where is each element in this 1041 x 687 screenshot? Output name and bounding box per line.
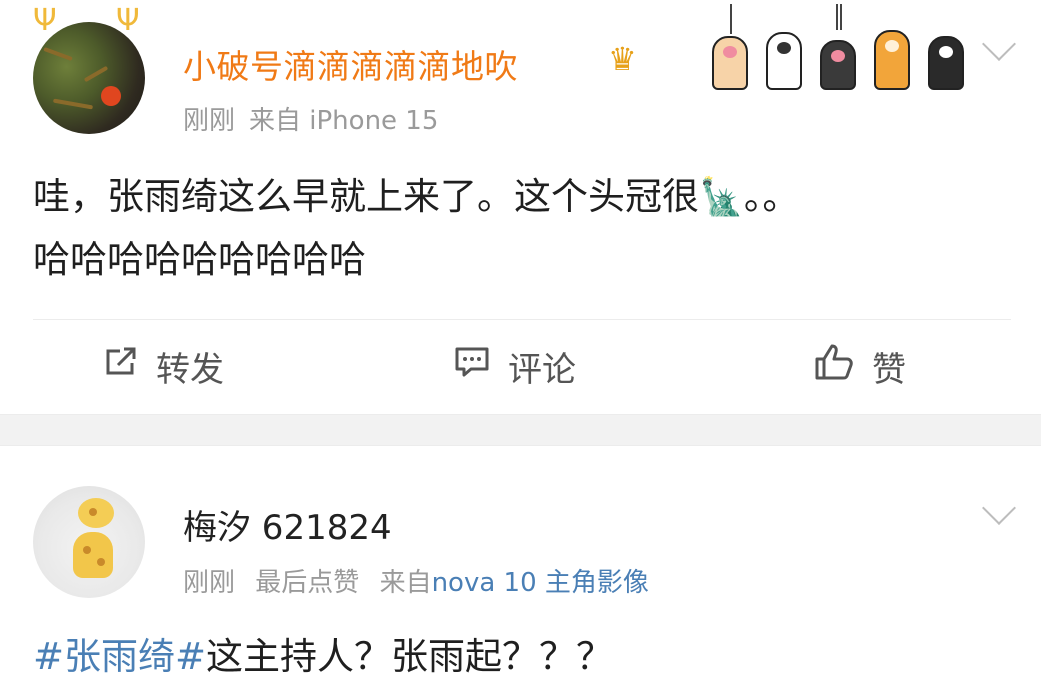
post-card-1: Ψ Ψ 小破号滴滴滴滴滴地吹 ♛ 刚刚 来自 iPhone 15 哇，张雨绮这么早… bbox=[0, 0, 1041, 414]
statue-of-liberty-icon: 🗽 bbox=[699, 177, 744, 218]
berry-icon bbox=[101, 86, 121, 106]
post-time-2: 刚刚 bbox=[183, 568, 236, 598]
post-time: 刚刚 bbox=[183, 106, 236, 136]
comment-label: 评论 bbox=[508, 349, 576, 390]
post-source-prefix-2: 来自 bbox=[379, 568, 432, 598]
antler-right-icon: Ψ bbox=[116, 3, 140, 38]
forward-button[interactable]: 转发 bbox=[104, 344, 224, 390]
chevron-down-icon[interactable] bbox=[982, 27, 1016, 61]
post-text-tail: 。。 bbox=[743, 175, 800, 218]
post-source: 来自 iPhone 15 bbox=[249, 106, 439, 136]
like-label: 赞 bbox=[872, 349, 906, 390]
crown-icon: ♛ bbox=[608, 40, 637, 78]
post-text-line1: 哇，张雨绮这么早就上来了。这个头冠很 bbox=[33, 175, 699, 218]
post-meta-2: 刚刚 最后点赞 来自nova 10 主角影像 bbox=[183, 562, 649, 599]
like-button[interactable]: 赞 bbox=[814, 343, 906, 390]
username[interactable]: 小破号滴滴滴滴滴地吹 bbox=[183, 40, 518, 88]
avatar-user-1[interactable] bbox=[33, 22, 145, 134]
post-edited-2: 最后点赞 bbox=[255, 568, 360, 598]
post-text-2-body: 这主持人？张雨起？？？ bbox=[206, 635, 614, 678]
post-meta: 刚刚 来自 iPhone 15 bbox=[183, 100, 438, 137]
feed-separator bbox=[0, 414, 1041, 446]
share-icon bbox=[104, 345, 138, 388]
paw-decoration-icon bbox=[708, 4, 970, 90]
antler-left-icon: Ψ bbox=[33, 3, 57, 38]
comment-icon bbox=[454, 345, 490, 388]
username-2[interactable]: 梅汐 621824 bbox=[183, 500, 392, 549]
post-text: 哇，张雨绮这么早就上来了。这个头冠很🗽。。 哈哈哈哈哈哈哈哈哈 bbox=[33, 166, 993, 291]
comment-button[interactable]: 评论 bbox=[454, 344, 576, 390]
post-text-2: #张雨绮#这主持人？张雨起？？？ bbox=[33, 632, 613, 682]
hashtag-link[interactable]: #张雨绮# bbox=[33, 635, 206, 678]
forward-label: 转发 bbox=[156, 349, 224, 390]
post-device-2[interactable]: nova 10 主角影像 bbox=[432, 568, 649, 598]
avatar-user-2[interactable] bbox=[33, 486, 145, 598]
post-text-line2: 哈哈哈哈哈哈哈哈哈 bbox=[33, 238, 366, 281]
like-icon bbox=[814, 343, 854, 390]
divider bbox=[33, 319, 1011, 320]
